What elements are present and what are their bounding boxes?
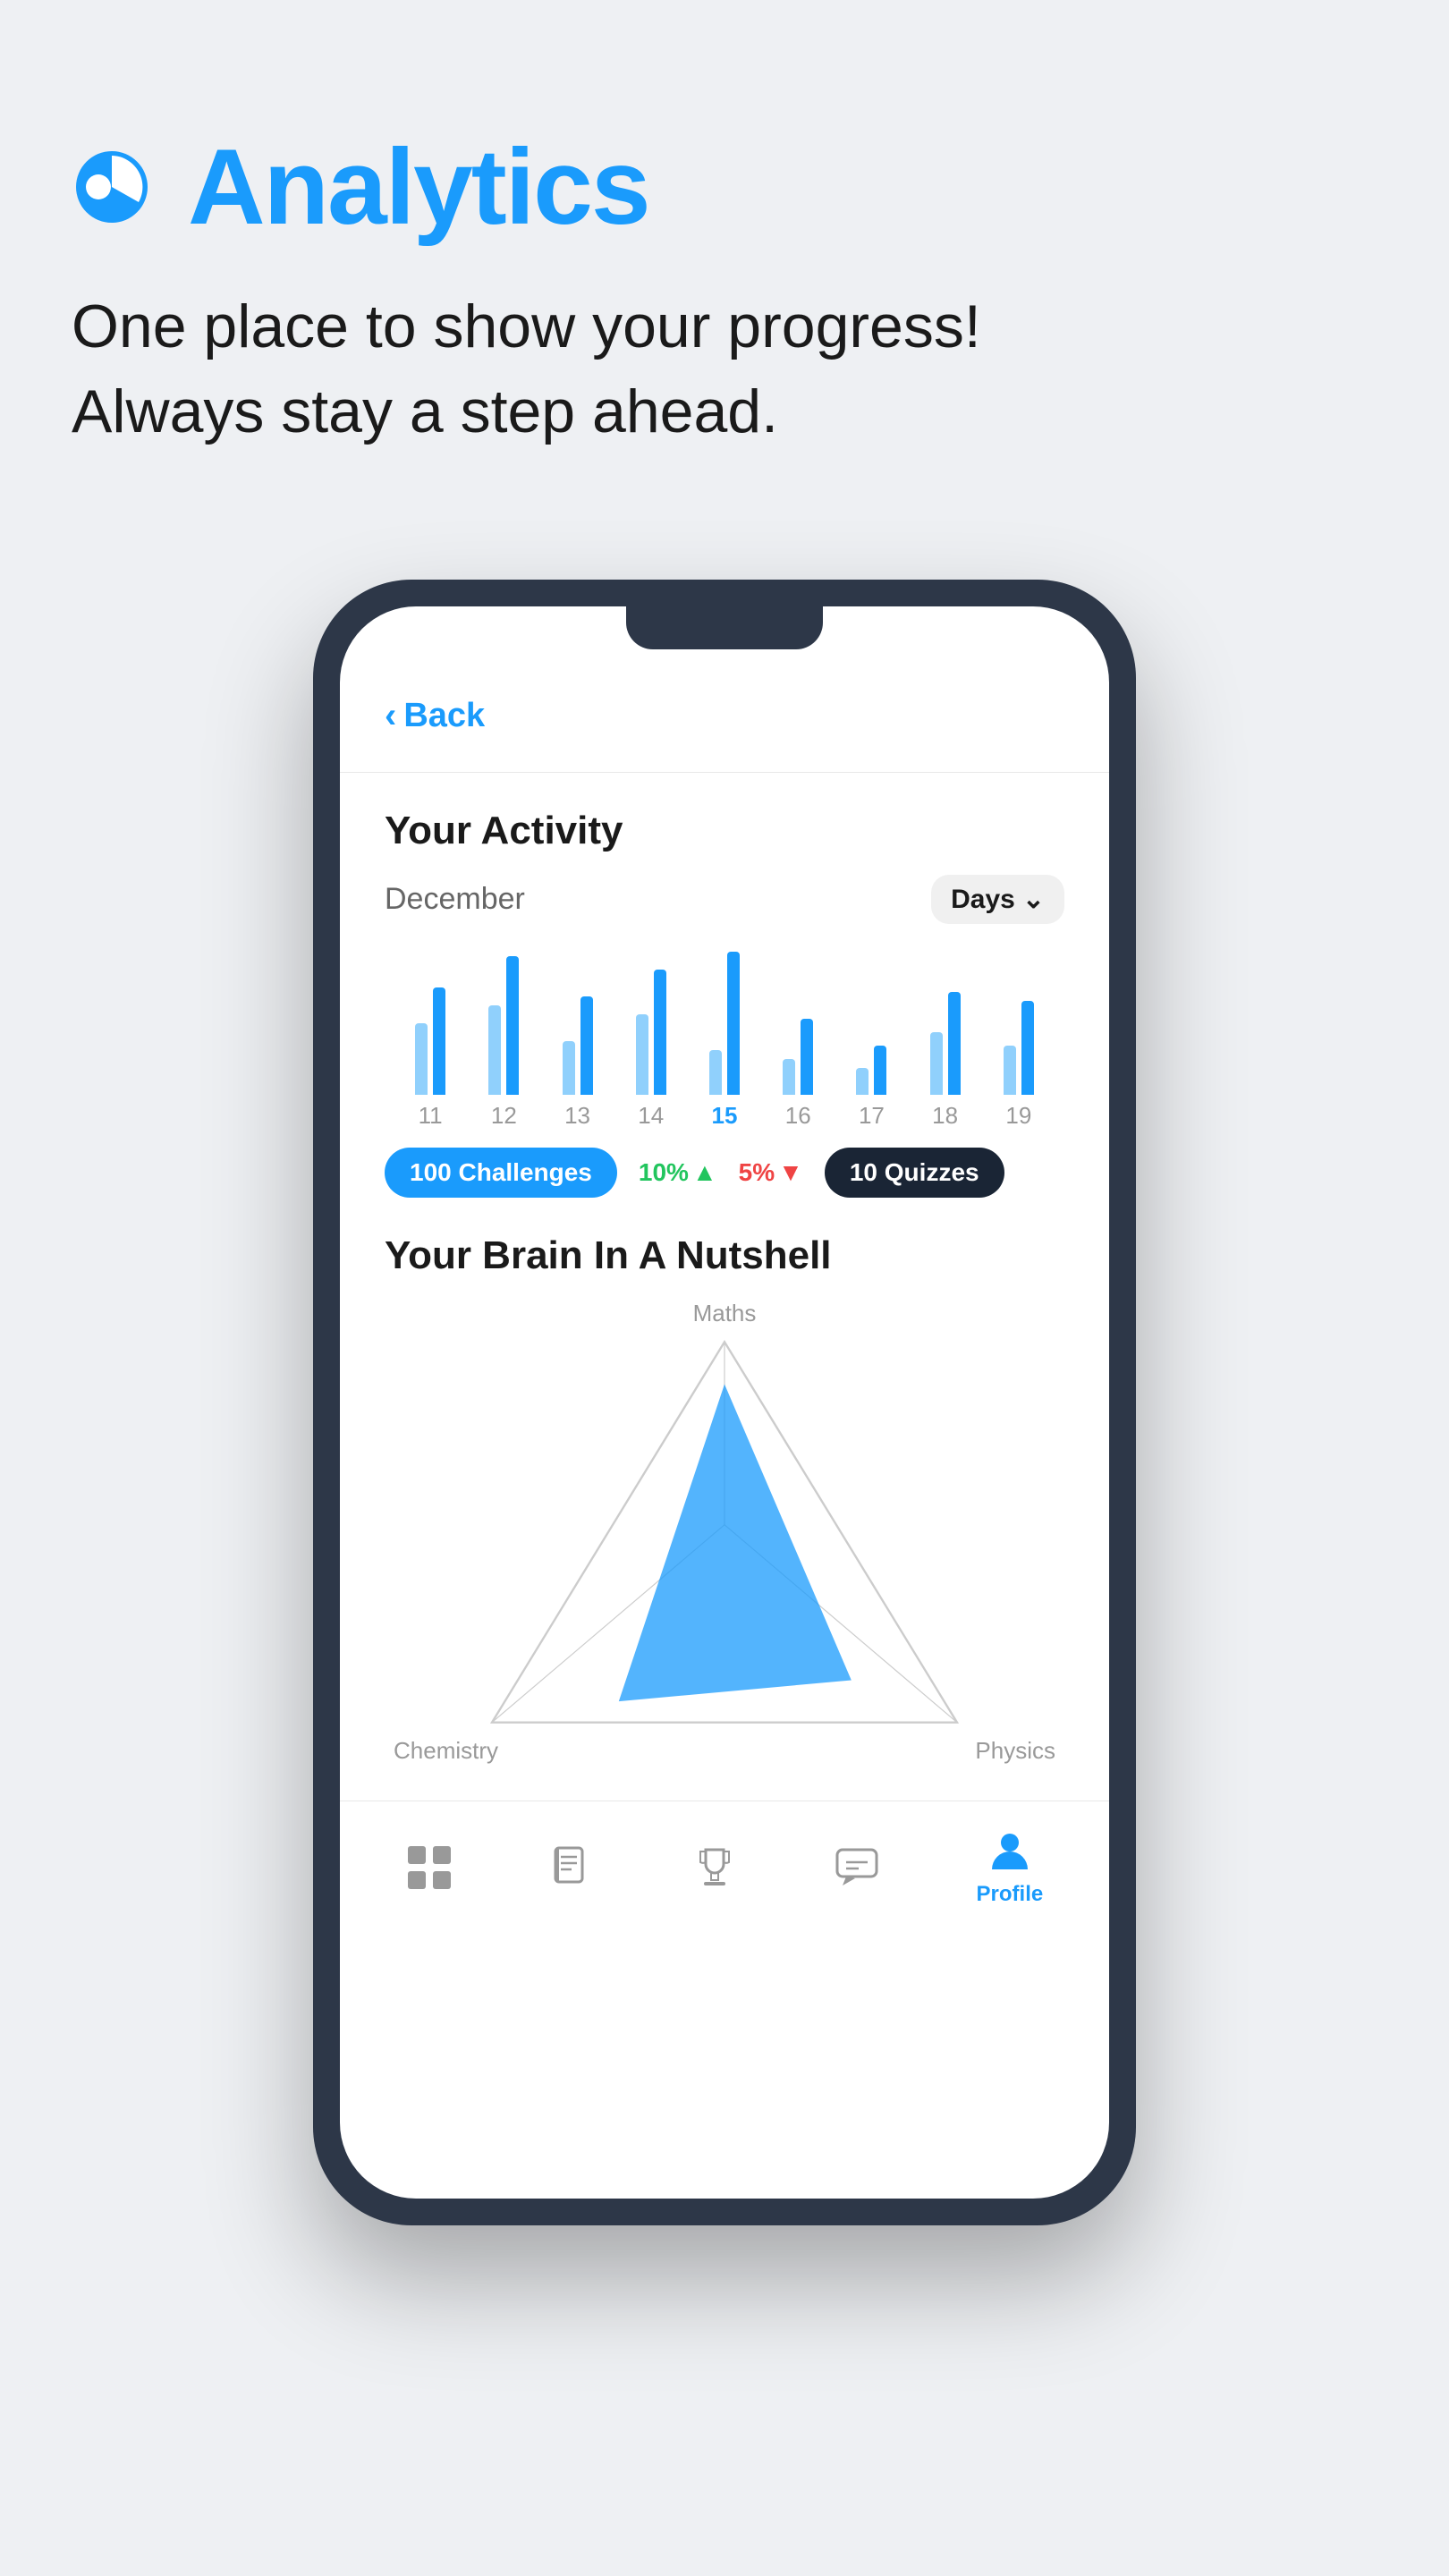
period-selector[interactable]: Days ⌄ [931,875,1064,924]
nav-item-trophy[interactable] [691,1844,738,1891]
profile-icon [987,1828,1033,1875]
bar-group-19: 19 [1004,952,1034,1130]
header-section: Analytics One place to show your progres… [0,0,1449,508]
bar-dark-16 [801,1019,813,1095]
phone-mockup: ‹ Back Your Activity December Days ⌄ [0,580,1449,2315]
profile-nav-label: Profile [977,1882,1044,1907]
bar-light-16 [783,1059,795,1095]
bar-light-12 [488,1005,501,1095]
grid-icon [406,1844,453,1891]
divider [340,772,1109,773]
bar-light-14 [636,1014,648,1095]
nav-item-chat[interactable] [834,1844,880,1891]
bar-group-14: 14 [636,952,666,1130]
trophy-icon [691,1844,738,1891]
bar-label-11: 11 [419,1102,443,1130]
back-button[interactable]: ‹ Back [385,678,1064,736]
bar-dark-17 [874,1046,886,1095]
chat-icon [834,1844,880,1891]
bar-dark-15 [727,952,740,1095]
nav-item-profile[interactable]: Profile [977,1828,1044,1907]
quizzes-badge: 10 Quizzes [825,1148,1004,1198]
bar-group-16: 16 [783,952,813,1130]
bar-light-13 [563,1041,575,1095]
arrow-down-icon: ▼ [778,1158,803,1187]
bar-light-11 [415,1023,428,1095]
bar-dark-18 [948,992,961,1095]
page-subtitle: One place to show your progress! Always … [72,284,1377,454]
back-chevron-icon: ‹ [385,696,396,736]
phone-screen: ‹ Back Your Activity December Days ⌄ [340,606,1109,2199]
change-up-stat: 10% ▲ [639,1158,717,1187]
bar-group-15: 15 [709,952,740,1130]
bar-light-19 [1004,1046,1016,1095]
bar-label-17: 17 [859,1102,885,1130]
title-row: Analytics [72,125,1377,249]
bottom-nav: Profile [340,1801,1109,1943]
bar-light-17 [856,1068,869,1095]
brain-radar-chart: Maths Chemistry Physics [385,1300,1064,1765]
nav-item-book[interactable] [548,1844,595,1891]
bar-dark-19 [1021,1001,1034,1095]
bar-light-15 [709,1050,722,1095]
nav-item-home[interactable] [406,1844,453,1891]
label-maths: Maths [693,1300,757,1327]
bar-group-17: 17 [856,952,886,1130]
page-title: Analytics [188,125,649,249]
activity-section-title: Your Activity [385,809,1064,853]
bar-label-16: 16 [785,1102,811,1130]
bar-light-18 [930,1032,943,1095]
activity-bar-chart: 11 12 [385,951,1064,1130]
phone-frame: ‹ Back Your Activity December Days ⌄ [313,580,1136,2225]
label-physics: Physics [975,1737,1055,1765]
bar-dark-14 [654,970,666,1095]
chevron-down-icon: ⌄ [1022,884,1045,915]
stats-row: 100 Challenges 10% ▲ 5% ▼ 10 Quizzes [385,1148,1064,1198]
bar-dark-13 [580,996,593,1095]
bar-label-18: 18 [932,1102,958,1130]
bar-label-14: 14 [638,1102,664,1130]
bar-label-12: 12 [491,1102,517,1130]
activity-header: December Days ⌄ [385,875,1064,924]
challenges-badge: 100 Challenges [385,1148,617,1198]
label-chemistry: Chemistry [394,1737,498,1765]
bar-label-13: 13 [564,1102,590,1130]
book-icon [548,1844,595,1891]
bar-group-12: 12 [488,952,519,1130]
arrow-up-icon: ▲ [692,1158,717,1187]
brain-section: Your Brain In A Nutshell [385,1233,1064,1765]
chart-labels: Maths Chemistry Physics [385,1300,1064,1765]
analytics-pie-icon [72,147,152,227]
bar-group-18: 18 [930,952,961,1130]
phone-notch [626,606,823,649]
change-down-stat: 5% ▼ [739,1158,803,1187]
brain-section-title: Your Brain In A Nutshell [385,1233,1064,1278]
bar-group-11: 11 [415,952,445,1130]
bar-group-13: 13 [563,952,593,1130]
bar-dark-11 [433,987,445,1095]
bar-label-19: 19 [1005,1102,1031,1130]
bar-dark-12 [506,956,519,1095]
bar-label-15: 15 [712,1102,738,1130]
month-label: December [385,882,525,917]
